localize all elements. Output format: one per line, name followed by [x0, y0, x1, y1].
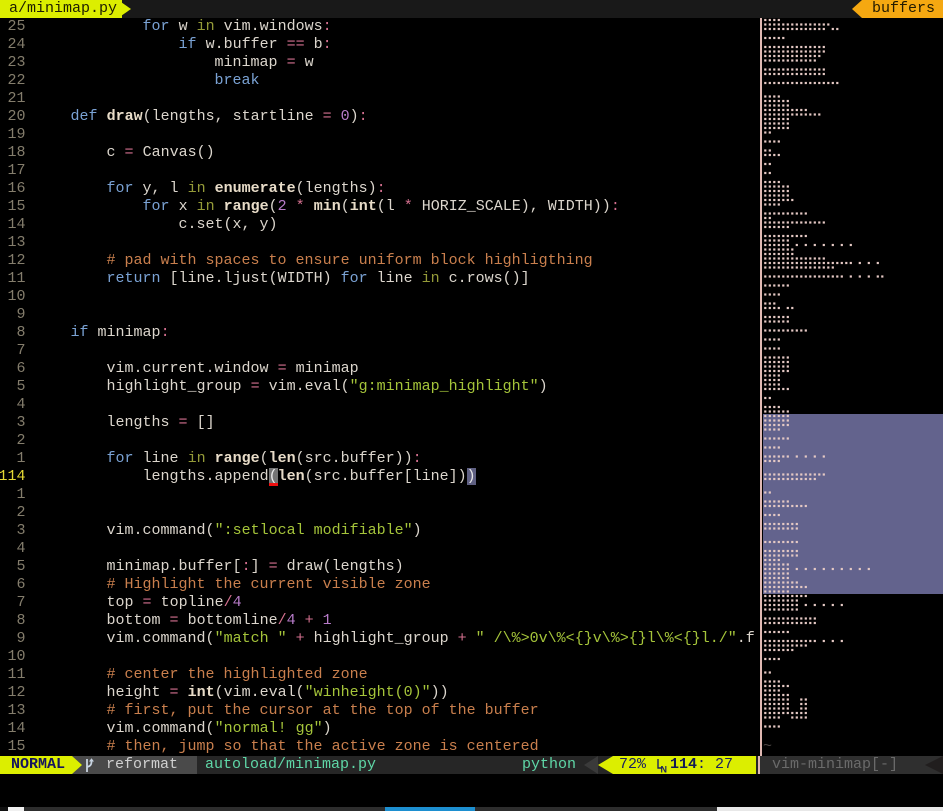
svg-text:N: N [661, 765, 668, 775]
